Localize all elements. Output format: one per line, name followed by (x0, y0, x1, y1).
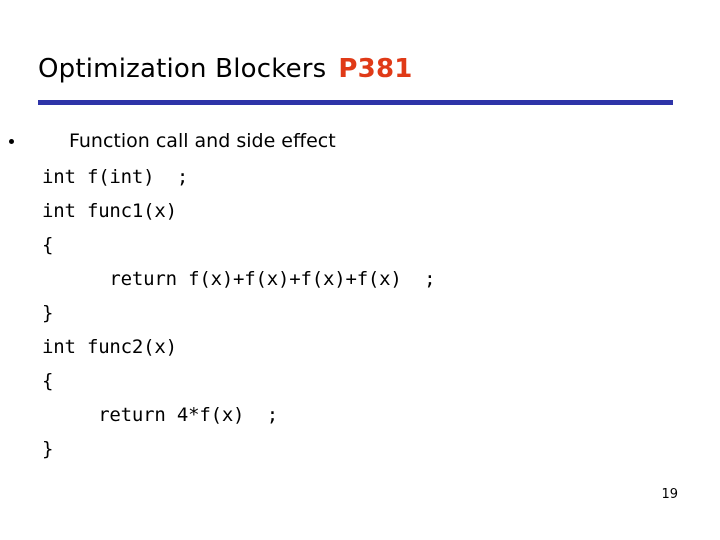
code-line: } (42, 438, 54, 460)
code-block: int f(int) ; int func1(x) { return f(x)+… (0, 161, 720, 467)
page-number: 19 (661, 487, 678, 502)
slide-body: Function call and side effect int f(int)… (0, 126, 720, 467)
page-title-main: Optimization Blockers (38, 54, 327, 84)
code-line: { (42, 234, 54, 256)
bullet-item-label: Function call and side effect (69, 130, 336, 152)
code-line: } (42, 302, 54, 324)
bullet-dot-icon (9, 139, 14, 144)
code-line: int f(int) ; (42, 166, 189, 188)
slide: Optimization Blockers P381 Function call … (0, 0, 720, 540)
code-line: int func2(x) (42, 336, 177, 358)
page-title: Optimization Blockers P381 (38, 52, 678, 86)
bullet-item: Function call and side effect (0, 126, 720, 160)
title-underline-rule (38, 100, 673, 105)
page-title-course-code: P381 (338, 54, 413, 84)
code-line: return 4*f(x) ; (42, 404, 279, 426)
code-line: int func1(x) (42, 200, 177, 222)
code-line: return f(x)+f(x)+f(x)+f(x) ; (42, 268, 436, 290)
code-line: { (42, 370, 54, 392)
